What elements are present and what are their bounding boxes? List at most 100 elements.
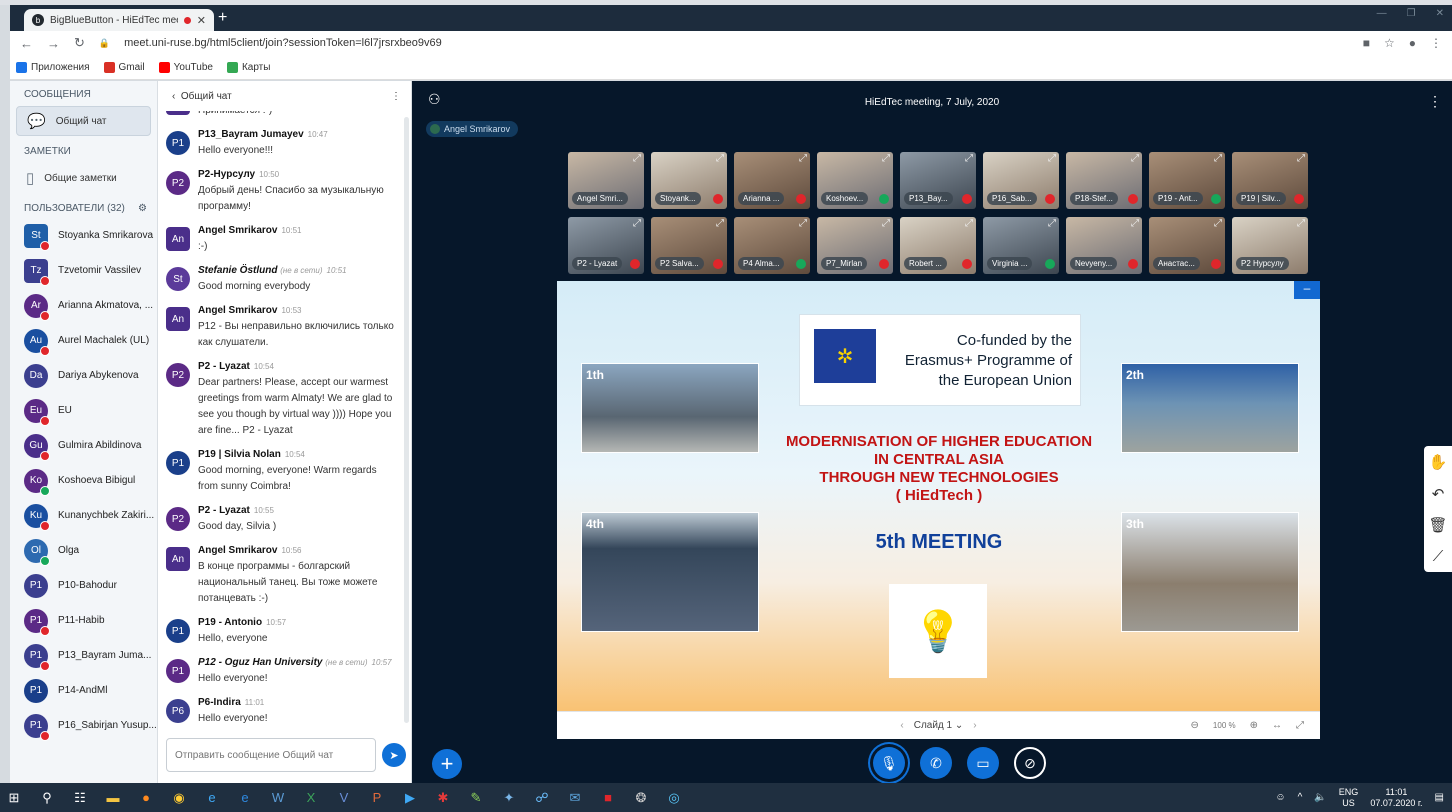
network-icon[interactable]: ☍ xyxy=(528,783,556,812)
expand-icon[interactable]: ⤢ xyxy=(1048,218,1056,229)
screenshare-button[interactable]: ⊘ xyxy=(1014,747,1046,779)
new-tab-button[interactable]: + xyxy=(218,9,227,27)
fit-width-icon[interactable]: ↔ xyxy=(1272,720,1282,731)
webcam-name-label[interactable]: P19 - Ant... xyxy=(1153,192,1203,205)
bookmark-star-icon[interactable]: ☆ xyxy=(1384,36,1395,50)
expand-icon[interactable]: ⤢ xyxy=(882,218,890,229)
webcam-tile[interactable]: ⤢ Robert ... xyxy=(900,217,976,274)
options-menu-icon[interactable]: ⋮ xyxy=(1428,93,1442,110)
internet-explorer-icon[interactable]: e xyxy=(198,783,226,812)
webcam-tile[interactable]: ⤢ P19 - Ant... xyxy=(1149,152,1225,209)
user-list-item[interactable]: Ku Kunanychbek Zakiri... xyxy=(10,498,157,533)
expand-icon[interactable]: ⤢ xyxy=(1214,218,1222,229)
uk-flag-icon[interactable]: ✱ xyxy=(429,783,457,812)
task-view-icon[interactable]: ☷ xyxy=(66,783,94,812)
webcam-tile[interactable]: ⤢ P19 | Silv... xyxy=(1232,152,1308,209)
webcam-tile[interactable]: ⤢ P2 - Lyazat xyxy=(568,217,644,274)
user-list-item[interactable]: Da Dariya Abykenova xyxy=(10,358,157,393)
bookmark-apps[interactable]: Приложения xyxy=(16,61,90,73)
user-list-item[interactable]: Au Aurel Machalek (UL) xyxy=(10,323,157,358)
reload-icon[interactable]: ↻ xyxy=(74,35,85,51)
webcam-tile[interactable]: ⤢ Koshoev... xyxy=(817,152,893,209)
expand-icon[interactable]: ⤢ xyxy=(965,153,973,164)
expand-icon[interactable]: ⤢ xyxy=(1297,218,1305,229)
expand-icon[interactable]: ⤢ xyxy=(799,153,807,164)
chat-options-icon[interactable]: ⋮ xyxy=(391,91,401,102)
volume-icon[interactable]: 🔈 xyxy=(1314,792,1326,803)
webcam-name-label[interactable]: P18-Stef... xyxy=(1070,192,1118,205)
expand-icon[interactable]: ⤢ xyxy=(633,218,641,229)
word-icon[interactable]: W xyxy=(264,783,292,812)
zoom-in-icon[interactable]: ⊕ xyxy=(1250,720,1258,731)
camera-button[interactable]: ▭ xyxy=(967,747,999,779)
app-globe-icon[interactable]: ◎ xyxy=(660,783,688,812)
chat-back-button[interactable]: ‹ Общий чат xyxy=(172,91,232,102)
expand-icon[interactable]: ⤢ xyxy=(965,218,973,229)
user-list-item[interactable]: St Stoyanka Smrikarova xyxy=(10,218,157,253)
multi-user-whiteboard-icon[interactable]: ⟋ xyxy=(1433,548,1444,565)
profile-icon[interactable]: ● xyxy=(1409,36,1416,50)
webcam-name-label[interactable]: P16_Sab... xyxy=(987,192,1037,205)
windows-start-icon[interactable]: ⊞ xyxy=(0,783,28,812)
webcam-name-label[interactable]: Nevyeny... xyxy=(1070,257,1118,270)
webcam-name-label[interactable]: P2 Salva... xyxy=(655,257,704,270)
webcam-tile[interactable]: ⤢ P7_Mirlan xyxy=(817,217,893,274)
search-icon[interactable]: ⚲ xyxy=(33,783,61,812)
webcam-name-label[interactable]: P7_Mirlan xyxy=(821,257,868,270)
actions-plus-button[interactable]: + xyxy=(432,749,462,779)
expand-icon[interactable]: ⤢ xyxy=(799,218,807,229)
user-list-item[interactable]: P1 P16_Sabirjan Yusup... xyxy=(10,708,157,743)
maximize-icon[interactable]: ❐ xyxy=(1407,8,1416,19)
webcam-name-label[interactable]: Koshoev... xyxy=(821,192,869,205)
app-spiral-icon[interactable]: ❂ xyxy=(627,783,655,812)
public-chat-item[interactable]: 💬 Общий чат xyxy=(16,106,151,136)
chat-message-input[interactable] xyxy=(166,738,376,772)
excel-icon[interactable]: X xyxy=(297,783,325,812)
chat-scrollbar[interactable] xyxy=(404,117,409,723)
webcam-name-label[interactable]: Virginia ... xyxy=(987,257,1033,270)
tray-chevron-up-icon[interactable]: ^ xyxy=(1298,792,1303,803)
user-list-item[interactable]: P1 P13_Bayram Juma... xyxy=(10,638,157,673)
notifications-icon[interactable]: ▤ xyxy=(1435,792,1444,803)
fullscreen-icon[interactable]: ⤢ xyxy=(1296,720,1304,731)
powerpoint-icon[interactable]: P xyxy=(363,783,391,812)
webcam-name-label[interactable]: Stoyank... xyxy=(655,192,701,205)
minimize-presentation-button[interactable]: – xyxy=(1294,281,1320,299)
firefox-icon[interactable]: ● xyxy=(132,783,160,812)
webcam-name-label[interactable]: P13_Bay... xyxy=(904,192,953,205)
user-list-item[interactable]: Ar Arianna Akmatova, ... xyxy=(10,288,157,323)
bookmark-gmail[interactable]: Gmail xyxy=(103,61,145,73)
webcam-tile[interactable]: ⤢ Angel Smri... xyxy=(568,152,644,209)
bookmark-youtube[interactable]: YouTube xyxy=(158,61,213,73)
tab-close-icon[interactable]: ✕ xyxy=(197,14,206,27)
edge-icon[interactable]: e xyxy=(231,783,259,812)
app-red-icon[interactable]: ■ xyxy=(594,783,622,812)
webcam-tile[interactable]: ⤢ Nevyeny... xyxy=(1066,217,1142,274)
expand-icon[interactable]: ⤢ xyxy=(1131,153,1139,164)
minimize-icon[interactable]: — xyxy=(1377,8,1387,19)
media-player-icon[interactable]: ▶ xyxy=(396,783,424,812)
webcam-name-label[interactable]: P19 | Silv... xyxy=(1236,192,1286,205)
language-indicator[interactable]: ENG US xyxy=(1339,787,1359,809)
visio-icon[interactable]: V xyxy=(330,783,358,812)
user-list-item[interactable]: Gu Gulmira Abildinova xyxy=(10,428,157,463)
url-field[interactable]: meet.uni-ruse.bg/html5client/join?sessio… xyxy=(124,37,1349,49)
satellite-icon[interactable]: ✦ xyxy=(495,783,523,812)
webcam-tile[interactable]: ⤢ Stoyank... xyxy=(651,152,727,209)
webcam-name-label[interactable]: P4 Alma... xyxy=(738,257,785,270)
user-list-item[interactable]: Eu EU xyxy=(10,393,157,428)
undo-icon[interactable]: ↶ xyxy=(1432,485,1445,503)
shared-notes-item[interactable]: ▯ Общие заметки xyxy=(16,163,151,193)
paint-icon[interactable]: ✎ xyxy=(462,783,490,812)
expand-icon[interactable]: ⤢ xyxy=(1214,153,1222,164)
users-settings-gear-icon[interactable]: ⚙ xyxy=(138,203,147,214)
webcam-tile[interactable]: ⤢ P2 Salva... xyxy=(651,217,727,274)
expand-icon[interactable]: ⤢ xyxy=(716,218,724,229)
zoom-out-icon[interactable]: ⊖ xyxy=(1191,720,1199,731)
user-list-item[interactable]: P1 P10-Bahodur xyxy=(10,568,157,603)
people-icon[interactable]: ☺ xyxy=(1275,792,1285,803)
browser-tab[interactable]: b BigBlueButton - HiEdTec mee ✕ xyxy=(24,9,214,31)
webcam-name-label[interactable]: P2 Нурсулу xyxy=(1236,257,1289,270)
cast-icon[interactable]: ■ xyxy=(1363,36,1370,50)
previous-slide-icon[interactable]: ‹ xyxy=(900,720,903,731)
